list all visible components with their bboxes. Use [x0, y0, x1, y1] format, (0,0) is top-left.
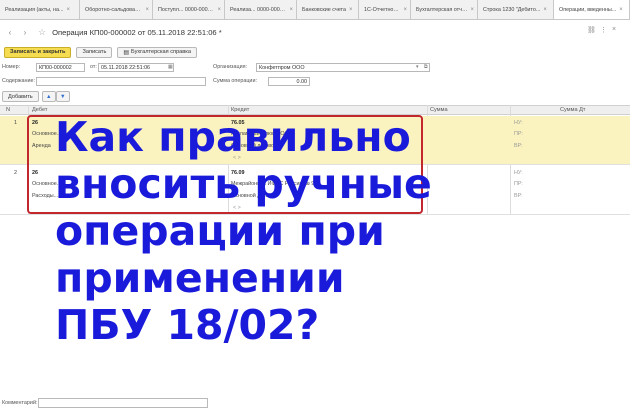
- row-number: 2: [14, 170, 17, 176]
- accounting-report-label: Бухгалтерская справка: [131, 49, 191, 55]
- comment-label: Комментарий:: [2, 400, 38, 406]
- col-sum-dt[interactable]: Сумма Дт: [560, 107, 585, 113]
- number-field[interactable]: КП00-000002: [36, 63, 85, 72]
- temporary-diff-label: ВР:: [514, 143, 523, 149]
- tab-label: Поступл... 0000-000001: [158, 7, 215, 13]
- content-label: Содержание:: [2, 78, 36, 84]
- number-label: Номер:: [2, 64, 21, 70]
- close-icon[interactable]: ×: [470, 7, 474, 13]
- arrow-up-icon: ▲: [46, 93, 52, 100]
- move-down-button[interactable]: ▼: [56, 91, 70, 102]
- forward-arrow-icon[interactable]: ›: [20, 27, 30, 37]
- tab-receipt[interactable]: Поступл... 0000-000001 ×: [153, 0, 225, 19]
- tab-label: Реализа... 0000-000001: [230, 7, 287, 13]
- content-field[interactable]: [36, 77, 206, 86]
- tab-accounting-reports[interactable]: Бухгалтерская отче... ×: [411, 0, 478, 19]
- add-button[interactable]: Добавить: [2, 91, 39, 102]
- col-n: N: [6, 107, 11, 113]
- toolbar: Записать и закрыть Записать ▤ Бухгалтерск…: [0, 45, 630, 59]
- comment-field[interactable]: [38, 398, 208, 408]
- organization-label: Организация:: [213, 64, 248, 70]
- permanent-diff-label: ПР:: [514, 181, 523, 187]
- tab-label: Банковские счета: [302, 7, 346, 13]
- dropdown-icon[interactable]: ▾: [416, 64, 419, 70]
- close-icon[interactable]: ×: [217, 7, 221, 13]
- tab-label: Бухгалтерская отче...: [416, 7, 468, 13]
- page-title: Операция КП00-000002 от 05.11.2018 22:51…: [52, 27, 222, 37]
- close-icon[interactable]: ×: [67, 7, 71, 13]
- tax-sum-label: НУ:: [514, 120, 523, 126]
- headline-line: применении: [55, 254, 345, 302]
- link-icon[interactable]: ⛓: [587, 26, 596, 34]
- headline-line: ПБУ 18/02?: [55, 301, 320, 349]
- headline-overlay: Как правильно вносить ручные операции пр…: [55, 114, 455, 349]
- headline-line: операции при: [55, 207, 385, 255]
- date-label: от:: [90, 64, 97, 70]
- move-up-button[interactable]: ▲: [42, 91, 56, 102]
- tab-strip: Реализация (акты, на... × Оборотно-сальдо…: [0, 0, 630, 20]
- accounting-report-button[interactable]: ▤ Бухгалтерская справка: [117, 46, 197, 58]
- save-button[interactable]: Записать: [76, 46, 113, 58]
- tab-sales-acts[interactable]: Реализация (акты, на... ×: [0, 0, 80, 19]
- tab-line-1230[interactable]: Строка 1230 "Дебито... ×: [478, 0, 554, 19]
- col-sum[interactable]: Сумма: [430, 107, 448, 113]
- tab-manual-operations[interactable]: Операции, введенны... ×: [554, 0, 630, 19]
- title-bar: ‹ › ☆ Операция КП00-000002 от 05.11.2018…: [0, 20, 630, 44]
- close-icon[interactable]: ×: [403, 7, 407, 13]
- print-icon: ▤: [123, 49, 130, 56]
- temporary-diff-label: ВР:: [514, 193, 523, 199]
- tab-label: Строка 1230 "Дебито...: [483, 7, 541, 13]
- headline-line: Как правильно: [55, 113, 411, 161]
- back-arrow-icon[interactable]: ‹: [5, 27, 15, 37]
- tab-trial-balance[interactable]: Оборотно-сальдовая ... ×: [80, 0, 153, 19]
- organization-field[interactable]: Конфетпром ООО: [256, 63, 430, 72]
- tab-bank-accounts[interactable]: Банковские счета ×: [297, 0, 359, 19]
- date-field[interactable]: 05.11.2018 22:51:06: [98, 63, 174, 72]
- more-icon[interactable]: ⋮: [600, 26, 607, 34]
- headline-line: вносить ручные: [55, 160, 432, 208]
- arrow-down-icon: ▼: [60, 93, 66, 100]
- sum-label: Сумма операции:: [213, 78, 257, 84]
- col-debit[interactable]: Дебет: [32, 107, 47, 113]
- tab-label: Операции, введенны...: [559, 7, 617, 13]
- close-icon[interactable]: ×: [619, 7, 623, 13]
- close-icon[interactable]: ×: [612, 26, 616, 33]
- open-icon[interactable]: ⧉: [424, 64, 428, 70]
- close-icon[interactable]: ×: [289, 7, 293, 13]
- tab-label: Реализация (акты, на...: [5, 7, 64, 13]
- close-icon[interactable]: ×: [349, 7, 353, 13]
- sum-field[interactable]: 0.00: [268, 77, 310, 86]
- tab-sale[interactable]: Реализа... 0000-000001 ×: [225, 0, 297, 19]
- star-icon[interactable]: ☆: [38, 27, 46, 38]
- tab-1c-reporting[interactable]: 1С-Отчетность ×: [359, 0, 411, 19]
- permanent-diff-label: ПР:: [514, 131, 523, 137]
- row-number: 1: [14, 120, 17, 126]
- tax-sum-label: НУ:: [514, 170, 523, 176]
- tab-label: Оборотно-сальдовая ...: [85, 7, 143, 13]
- save-and-close-button[interactable]: Записать и закрыть: [4, 46, 72, 58]
- calendar-icon[interactable]: ▦: [168, 64, 173, 70]
- tab-label: 1С-Отчетность: [364, 7, 401, 13]
- close-icon[interactable]: ×: [543, 7, 547, 13]
- close-icon[interactable]: ×: [145, 7, 149, 13]
